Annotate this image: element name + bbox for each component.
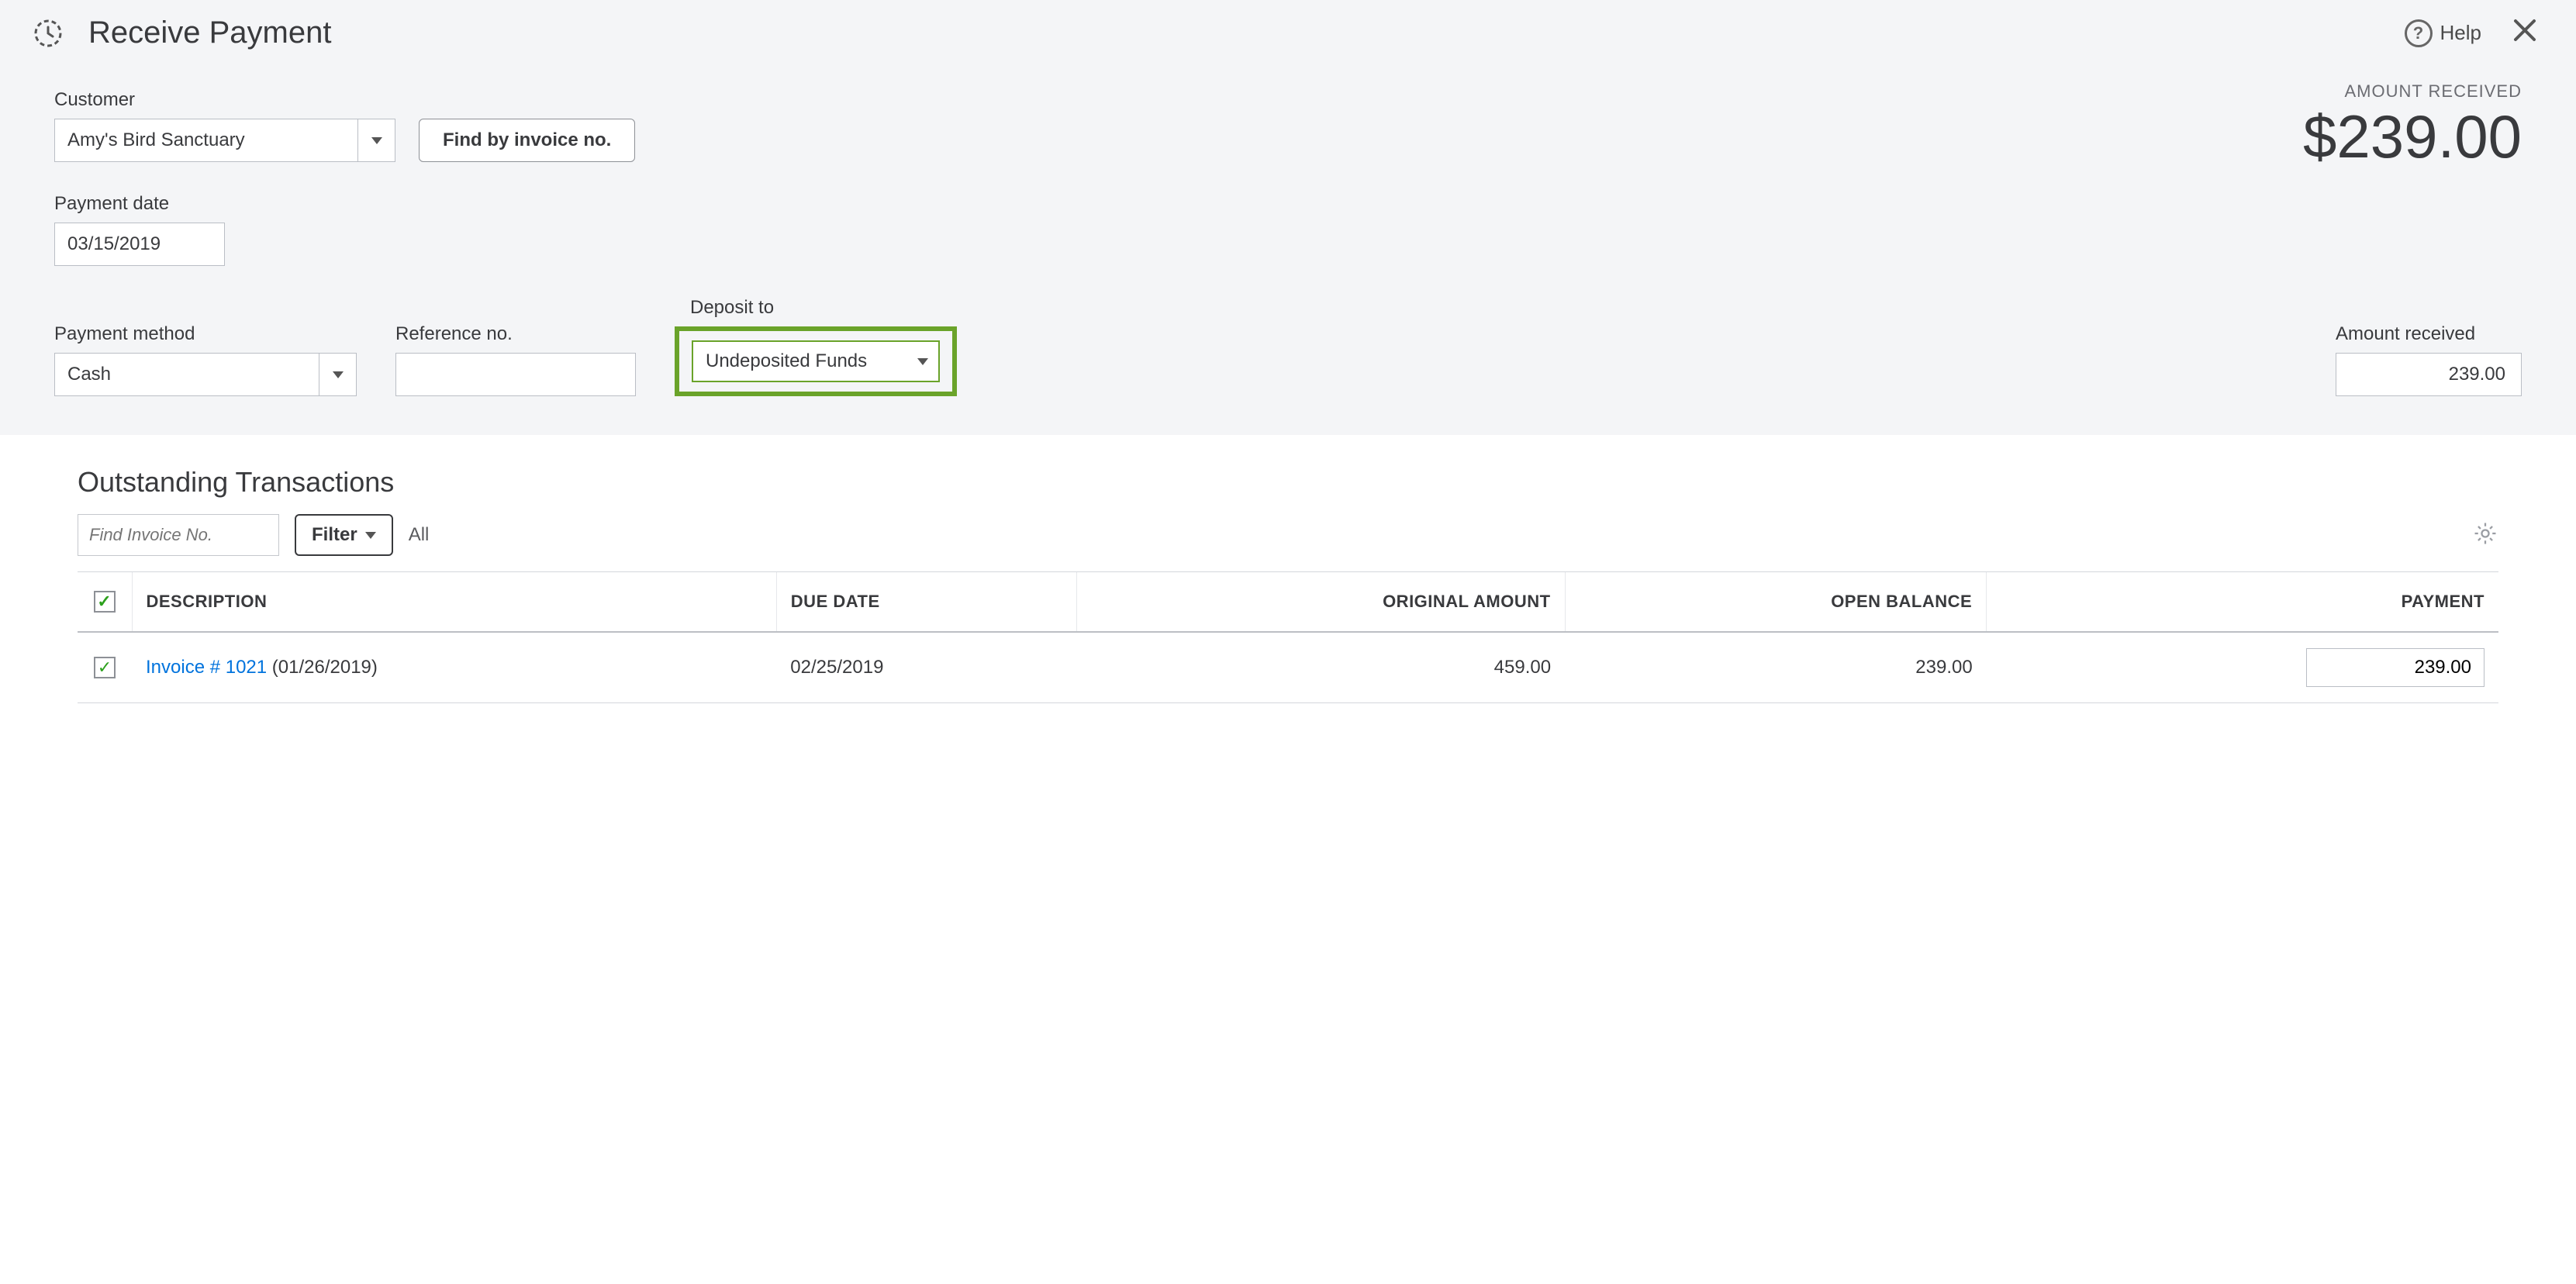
invoice-link[interactable]: Invoice # 1021 — [146, 657, 267, 678]
transactions-table: ✓ DESCRIPTION DUE DATE ORIGINAL AMOUNT O… — [78, 571, 2498, 703]
page-header: Receive Payment ? Help — [0, 0, 2576, 66]
chevron-down-icon[interactable] — [319, 354, 356, 395]
close-button[interactable] — [2505, 16, 2545, 50]
payment-method-value: Cash — [55, 354, 319, 395]
col-description: DESCRIPTION — [132, 572, 776, 633]
invoice-date-suffix: (01/26/2019) — [267, 657, 378, 678]
amount-received-label: Amount received — [2336, 323, 2522, 345]
form-top-section: Customer Amy's Bird Sanctuary Find by in… — [0, 66, 2576, 435]
row-checkbox[interactable]: ✓ — [94, 657, 116, 678]
payment-date-label: Payment date — [54, 193, 225, 215]
payment-method-label: Payment method — [54, 323, 357, 345]
reference-no-input[interactable] — [395, 353, 636, 396]
col-payment: PAYMENT — [1987, 572, 2498, 633]
history-icon[interactable] — [31, 16, 65, 50]
amount-received-input[interactable] — [2336, 353, 2522, 396]
col-open-balance: OPEN BALANCE — [1565, 572, 1987, 633]
filter-button[interactable]: Filter — [295, 514, 393, 556]
payment-method-select[interactable]: Cash — [54, 353, 357, 396]
filter-label: Filter — [312, 524, 357, 546]
chevron-down-icon — [365, 532, 376, 539]
find-by-invoice-button[interactable]: Find by invoice no. — [419, 119, 635, 162]
chevron-down-icon[interactable] — [907, 342, 938, 381]
select-all-checkbox[interactable]: ✓ — [94, 591, 116, 613]
amount-caption: AMOUNT RECEIVED — [2303, 81, 2522, 102]
deposit-to-value: Undeposited Funds — [693, 342, 907, 381]
deposit-to-label: Deposit to — [690, 297, 957, 319]
outstanding-transactions-section: Outstanding Transactions Filter All ✓ DE… — [0, 435, 2576, 703]
row-open-balance: 239.00 — [1565, 632, 1987, 703]
outstanding-transactions-title: Outstanding Transactions — [78, 466, 2498, 499]
gear-icon[interactable] — [2472, 520, 2498, 551]
customer-value: Amy's Bird Sanctuary — [55, 119, 357, 161]
col-original-amount: ORIGINAL AMOUNT — [1077, 572, 1565, 633]
table-row: ✓ Invoice # 1021 (01/26/2019) 02/25/2019… — [78, 632, 2498, 703]
chevron-down-icon[interactable] — [357, 119, 395, 161]
page-title: Receive Payment — [88, 16, 2405, 50]
payment-date-input[interactable] — [54, 223, 225, 266]
row-due-date: 02/25/2019 — [776, 632, 1077, 703]
help-label: Help — [2440, 21, 2481, 45]
deposit-to-select[interactable]: Undeposited Funds — [692, 340, 940, 382]
customer-label: Customer — [54, 89, 395, 111]
amount-value: $239.00 — [2303, 106, 2522, 167]
customer-select[interactable]: Amy's Bird Sanctuary — [54, 119, 395, 162]
reference-no-label: Reference no. — [395, 323, 636, 345]
row-original-amount: 459.00 — [1077, 632, 1565, 703]
filter-scope: All — [409, 524, 430, 546]
help-icon: ? — [2405, 19, 2433, 47]
row-payment-input[interactable] — [2306, 648, 2484, 687]
help-button[interactable]: ? Help — [2405, 19, 2481, 47]
col-due-date: DUE DATE — [776, 572, 1077, 633]
find-invoice-input[interactable] — [78, 514, 279, 556]
deposit-to-highlight: Undeposited Funds — [675, 326, 957, 396]
amount-received-display: AMOUNT RECEIVED $239.00 — [2303, 81, 2522, 167]
